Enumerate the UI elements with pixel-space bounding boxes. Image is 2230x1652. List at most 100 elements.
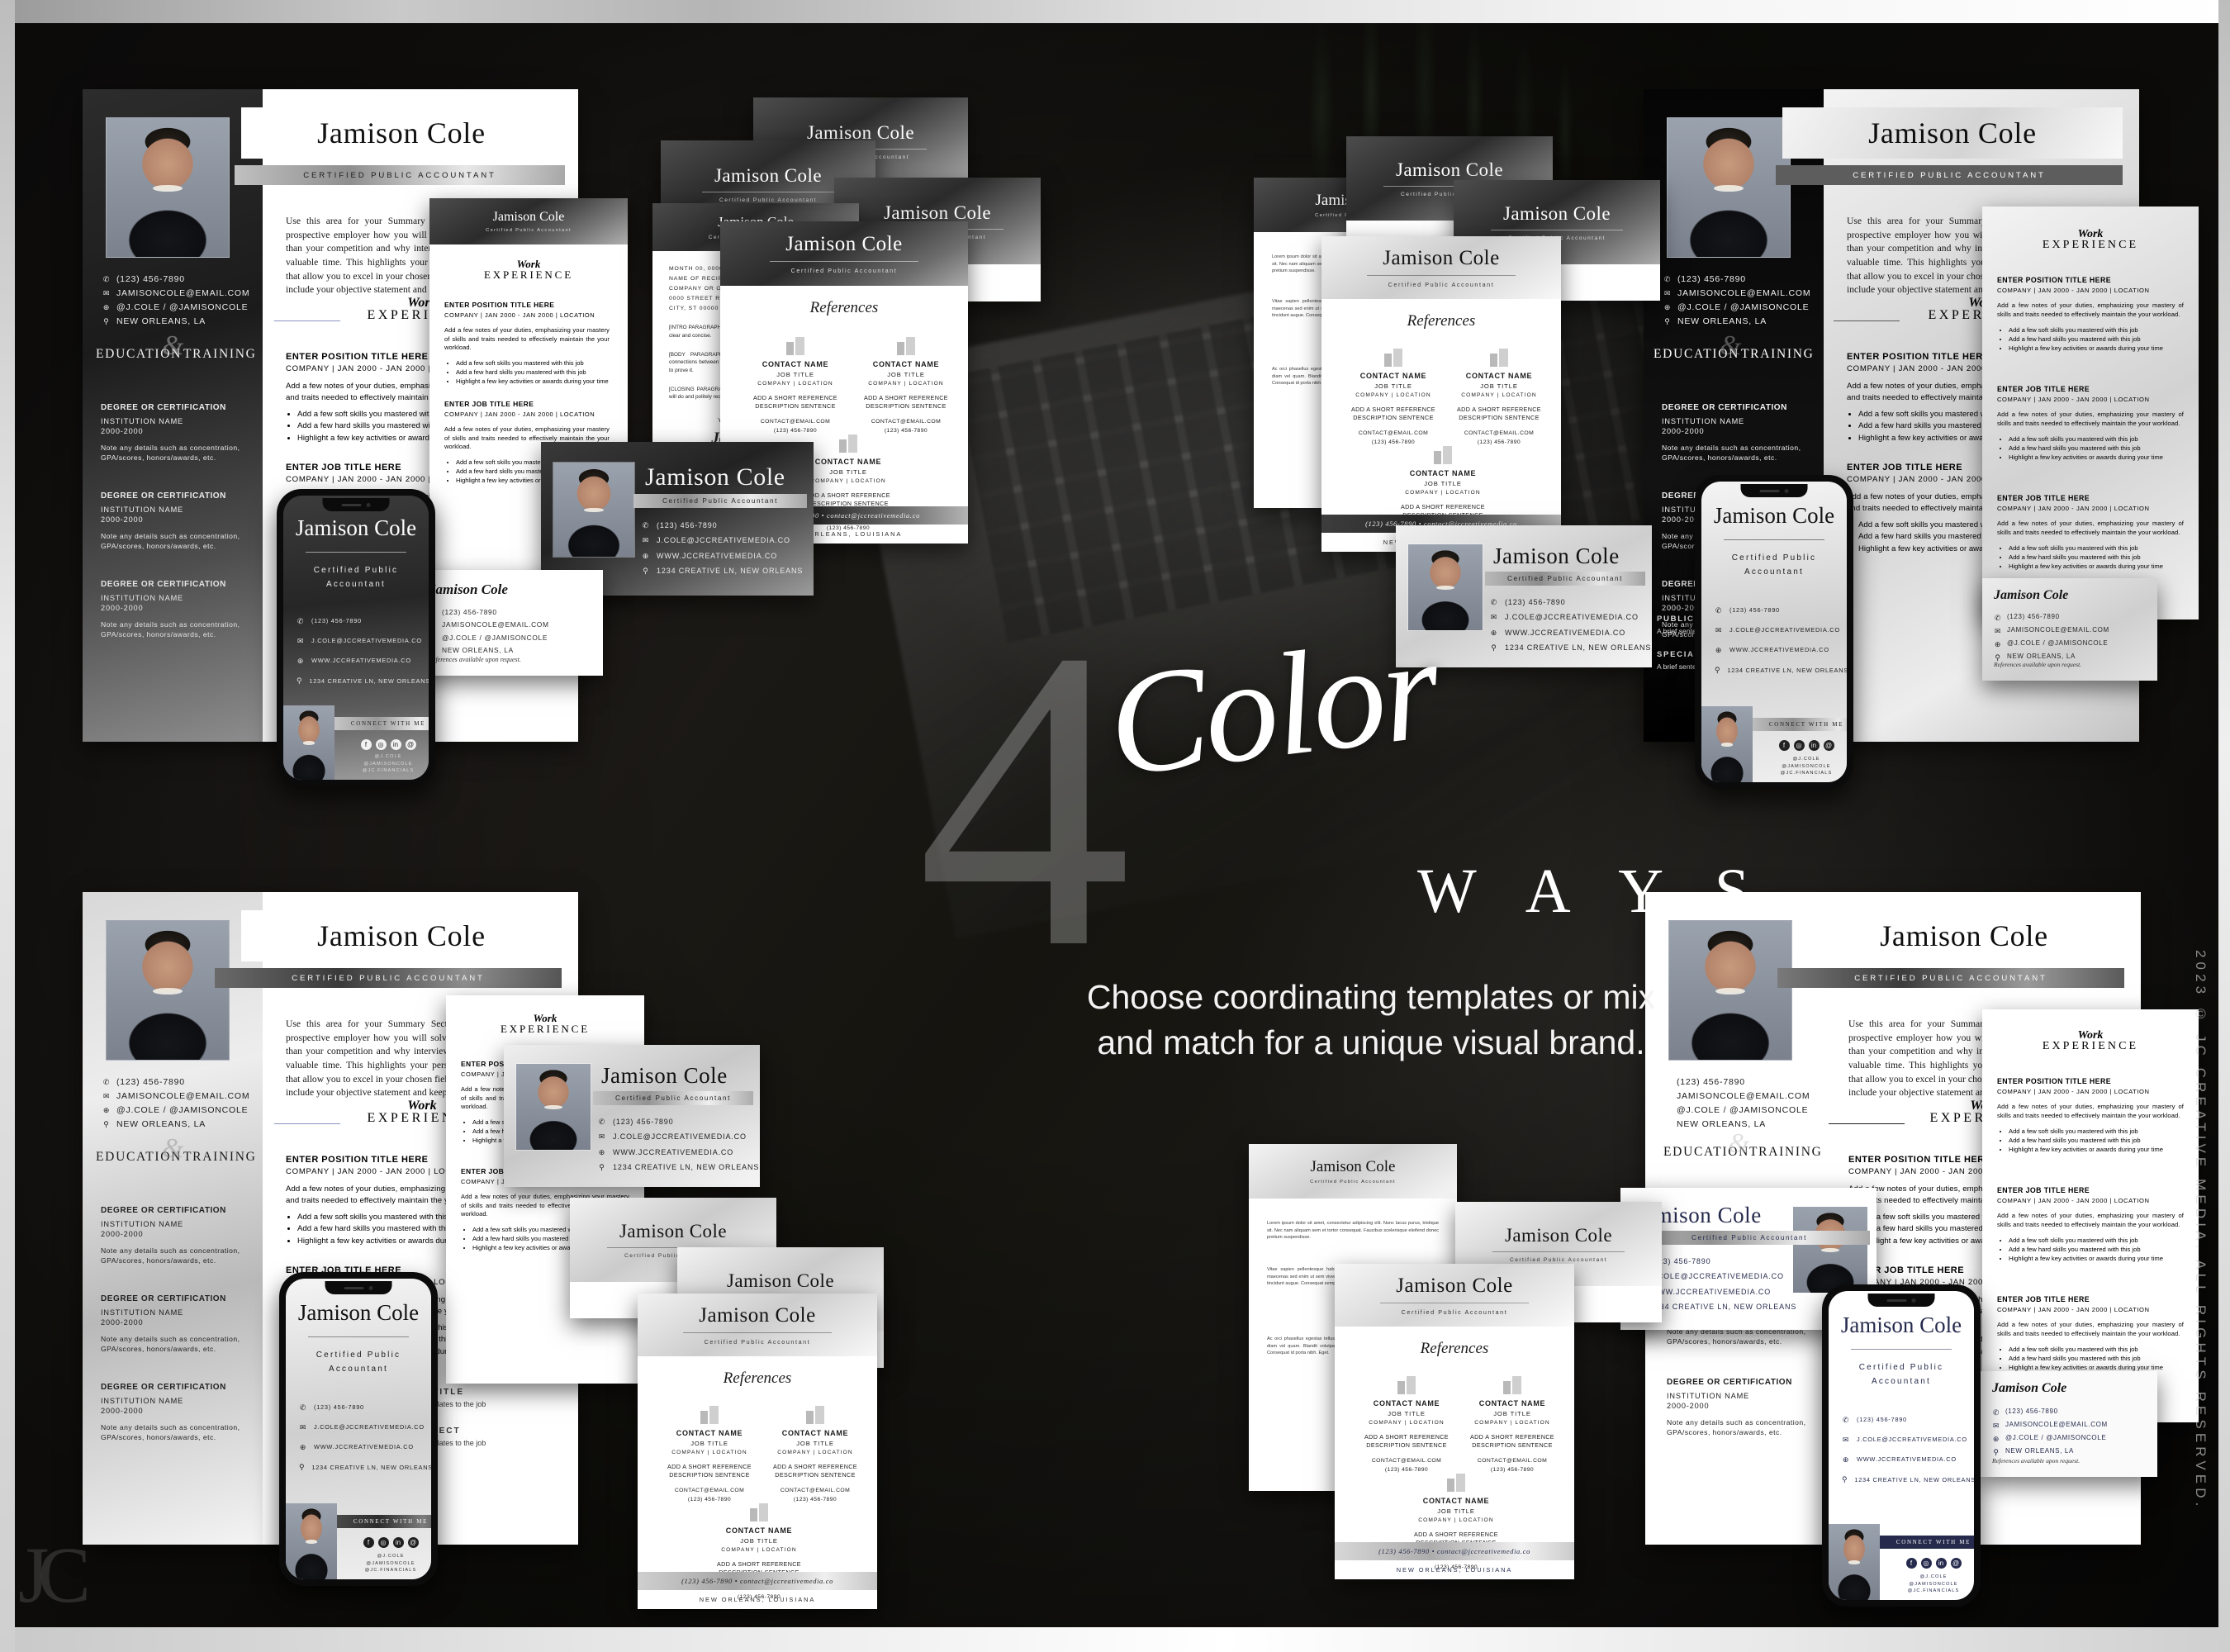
envelope-icon: ✉: [1842, 1435, 1850, 1444]
work-heading: Work EXPERIENCE: [429, 258, 628, 282]
phone-number: (123) 456-7890: [1857, 1415, 1907, 1423]
phone-web: WWW.JCCREATIVEMEDIA.CO: [1857, 1455, 1957, 1464]
phone-notch: [1867, 1294, 1935, 1307]
headshot-photo: [106, 117, 230, 258]
job-bullet: Add a few soft skills you mastered with …: [2009, 325, 2184, 335]
map-pin-icon: ⚲: [599, 1163, 605, 1172]
sheet-name: Jamison Cole: [1310, 1158, 1396, 1175]
card-title-strip: Certified Public Accountant: [593, 1091, 753, 1105]
reference-job: JOB TITLE: [1493, 1410, 1531, 1417]
instagram-icon[interactable]: ◎: [1920, 1558, 1932, 1569]
handle: @JAMISONCOLE: [1909, 1581, 1958, 1587]
reference-card: CONTACT NAME JOB TITLE COMPANY | LOCATIO…: [733, 337, 857, 435]
degree-entry: DEGREE OR CERTIFICATION INSTITUTION NAME…: [101, 1294, 249, 1355]
building-icon: [1384, 349, 1402, 367]
instagram-icon[interactable]: ◎: [375, 739, 387, 750]
building-icon: [1490, 349, 1508, 367]
contact-email: JAMISONCOLE@EMAIL.COM: [116, 288, 250, 298]
card-web: WWW.JCCREATIVEMEDIA.CO: [1505, 628, 1626, 637]
social-icon-row: f ◎ in @: [334, 739, 429, 750]
job-bullet: Add a few soft skills you mastered with …: [2009, 544, 2184, 553]
phone-headshot: [1829, 1524, 1880, 1600]
envelope-icon: ✉: [1994, 627, 2002, 636]
reference-card: CONTACT NAME JOB TITLE COMPANY | LOCATIO…: [753, 1406, 877, 1504]
globe-icon: ⊕: [299, 1443, 307, 1452]
map-pin-icon: ⚲: [1842, 1475, 1848, 1484]
job-entry: ENTER JOB TITLE HERE COMPANY | JAN 2000 …: [1997, 1186, 2184, 1263]
linkedin-icon[interactable]: in: [1935, 1558, 1947, 1569]
reference-email: CONTACT@EMAIL.COM: [1358, 430, 1429, 437]
card-title: Certified Public Accountant: [662, 497, 778, 505]
job-bullet: Highlight a few key activities or awards…: [2009, 1145, 2184, 1154]
references-title: Certified Public Accountant: [1388, 281, 1495, 288]
back-phone: (123) 456-7890: [2007, 613, 2060, 620]
resume-name: Jamison Cole: [317, 919, 486, 952]
references-name: Jamison Cole: [699, 1304, 816, 1327]
degree-institution: INSTITUTION NAME: [101, 594, 184, 602]
linkedin-icon[interactable]: in: [392, 1537, 404, 1548]
phone-address: 1234 CREATIVE LN, NEW ORLEANS: [309, 676, 429, 685]
card-name: Jamison Cole: [883, 202, 992, 223]
footer-contact: (123) 456-7890 • contact@jccreativemedia…: [681, 1577, 833, 1585]
ampersand-ornament: &: [162, 1133, 184, 1164]
sheet-title: Certified Public Accountant: [486, 228, 572, 233]
lorem-paragraph: Lorem ipsum dolor sit amet, consectetur …: [1267, 1221, 1439, 1241]
job-bullet: Add a few soft skills you mastered with …: [2009, 1127, 2184, 1136]
phone-email: J.COLE@JCCREATIVEMEDIA.CO: [1729, 625, 1840, 634]
card-title: Certified Public Accountant: [719, 197, 817, 203]
phone-icon: ✆: [1842, 1415, 1850, 1424]
social-icon-row: f ◎ in @: [337, 1537, 431, 1548]
resume-name: Jamison Cole: [1868, 116, 2037, 150]
resume-contact: ✆ (123) 456-7890 ✉ JAMISONCOLE@EMAIL.COM ⊕…: [102, 1075, 249, 1132]
headshot-photo: [106, 920, 230, 1061]
facebook-icon[interactable]: f: [360, 739, 372, 750]
globe-icon: ⊕: [1992, 1435, 2000, 1444]
card-title: Certified Public Accountant: [615, 1094, 731, 1102]
threads-icon[interactable]: @: [405, 739, 416, 750]
phone-number: (123) 456-7890: [1729, 605, 1780, 614]
threads-icon[interactable]: @: [407, 1537, 419, 1548]
reference-back-card-dark: Jamison Cole ✆(123) 456-7890 ✉JAMISONCOL…: [417, 570, 603, 676]
reference-email: CONTACT@EMAIL.COM: [871, 419, 942, 425]
reference-email: CONTACT@EMAIL.COM: [1464, 430, 1535, 437]
footer-contact: (123) 456-7890 • contact@jccreativemedia…: [1378, 1547, 1530, 1555]
back-card-contact: ✆(123) 456-7890 ✉JAMISONCOLE@EMAIL.COM ⊕…: [429, 606, 549, 657]
card-title: Certified Public Accountant: [1509, 1257, 1607, 1264]
building-icon: [1434, 446, 1452, 464]
linkedin-icon[interactable]: in: [390, 739, 401, 750]
facebook-icon[interactable]: f: [363, 1537, 374, 1548]
work-label: EXPERIENCE: [500, 1023, 591, 1035]
reference-name: CONTACT NAME: [1478, 1399, 1546, 1408]
degree-note: Note any details such as concentration, …: [101, 1422, 240, 1442]
instagram-icon[interactable]: ◎: [377, 1537, 389, 1548]
phone-screen: Jamison Cole Certified Public Accountant…: [286, 1279, 431, 1579]
connect-label: CONNECT WITH ME: [350, 720, 426, 727]
reference-phone: (123) 456-7890: [1477, 439, 1521, 445]
reference-email: CONTACT@EMAIL.COM: [674, 1488, 745, 1494]
work-label: EXPERIENCE: [483, 268, 574, 281]
job-bullet: Highlight a few key activities or awards…: [2009, 453, 2184, 462]
phone-icon: ✆: [1663, 275, 1672, 284]
degree-title: DEGREE OR CERTIFICATION: [101, 403, 226, 412]
reference-job: JOB TITLE: [1424, 480, 1462, 487]
hero-ways-word: W A Y S: [1417, 857, 1768, 926]
building-icon: [786, 337, 804, 355]
phone-handles: @J.COLE @JAMISONCOLE @JC.FINANCIALS: [1880, 1574, 1974, 1595]
card-headshot: [553, 462, 635, 558]
card-phone: (123) 456-7890: [613, 1118, 674, 1126]
card-address: 1234 CREATIVE LN, NEW ORLEANS: [657, 567, 804, 576]
resume-page-two-black: Work EXPERIENCE ENTER POSITION TITLE HER…: [1982, 206, 2199, 620]
education-heading-right: TRAINING: [183, 347, 257, 361]
reference-phone: (123) 456-7890: [884, 427, 928, 434]
phone-icon: ✆: [299, 1403, 307, 1412]
phone-connect-bar: CONNECT WITH ME: [1880, 1536, 1974, 1549]
building-icon: [839, 434, 857, 453]
threads-icon[interactable]: @: [1950, 1558, 1962, 1569]
job-title: ENTER POSITION TITLE HERE: [1997, 276, 2111, 284]
job-desc: Add a few notes of your duties, emphasiz…: [1997, 1321, 2184, 1337]
contact-phone: (123) 456-7890: [116, 274, 185, 284]
degree-institution: INSTITUTION NAME: [1662, 417, 1745, 425]
sheet-name: Jamison Cole: [492, 210, 565, 224]
facebook-icon[interactable]: f: [1905, 1558, 1917, 1569]
card-name: Jamison Cole: [726, 1270, 835, 1292]
